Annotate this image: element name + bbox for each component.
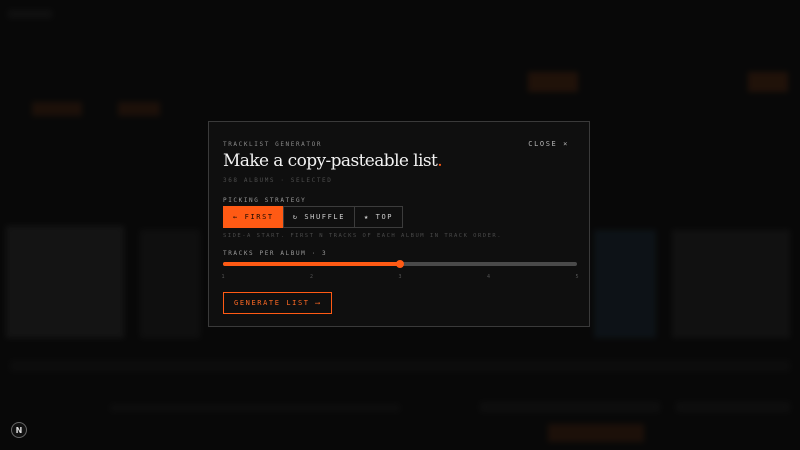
slider-tick-label: 4 <box>486 274 491 280</box>
modal-eyebrow: TRACKLIST GENERATOR <box>223 141 323 148</box>
slider-tick-label: 3 <box>398 274 402 280</box>
app-logo[interactable]: N <box>11 422 27 438</box>
modal-title-text: Make a copy-pasteable list <box>223 151 438 171</box>
slider-tick-label: 1 <box>221 274 225 280</box>
slider-tick-label: 5 <box>575 274 579 280</box>
title-accent-dot: . <box>437 151 443 171</box>
strategy-shuffle-button[interactable]: ↻ SHUFFLE <box>282 206 356 228</box>
modal-title: Make a copy-pasteable list. <box>223 151 443 171</box>
tracks-per-album-label: TRACKS PER ALBUM · 3 <box>223 250 328 257</box>
strategy-hint: SIDE-A START. FIRST N TRACKS OF EACH ALB… <box>223 233 503 239</box>
generate-list-button[interactable]: GENERATE LIST ⟶ <box>223 292 333 314</box>
slider-handle[interactable] <box>396 260 404 268</box>
strategy-selector: ← FIRST ↻ SHUFFLE ★ TOP <box>223 206 404 228</box>
slider-fill <box>223 262 400 266</box>
tracklist-generator-modal: TRACKLIST GENERATOR CLOSE × Make a copy-… <box>208 121 590 327</box>
slider-tick-label: 2 <box>309 274 314 280</box>
slider-ticks: 1 2 3 4 5 <box>221 274 579 282</box>
strategy-top-button[interactable]: ★ TOP <box>354 206 404 228</box>
tracks-per-album-slider[interactable] <box>223 260 577 268</box>
strategy-label: PICKING STRATEGY <box>223 197 307 204</box>
close-button[interactable]: CLOSE × <box>528 140 569 148</box>
selection-count: 368 ALBUMS · SELECTED <box>223 177 333 184</box>
strategy-first-button[interactable]: ← FIRST <box>223 206 284 228</box>
